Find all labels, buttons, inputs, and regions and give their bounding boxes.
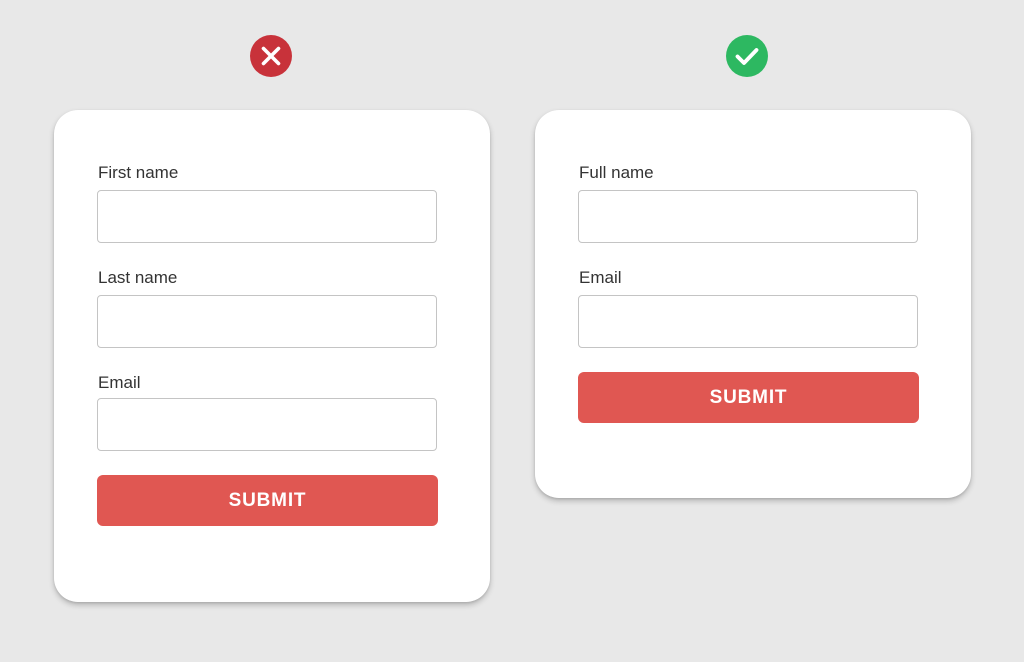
email-input[interactable]	[578, 295, 918, 348]
email-label: Email	[579, 268, 622, 287]
email-label: Email	[98, 373, 141, 392]
good-example-form-card: Full name Email SUBMIT	[535, 110, 971, 498]
first-name-input[interactable]	[97, 190, 437, 243]
submit-button[interactable]: SUBMIT	[578, 372, 919, 423]
bad-example-form-card: First name Last name Email SUBMIT	[54, 110, 490, 602]
last-name-label: Last name	[98, 268, 178, 287]
x-circle-icon	[250, 35, 292, 77]
check-circle-icon	[726, 35, 768, 77]
full-name-input[interactable]	[578, 190, 918, 243]
full-name-label: Full name	[579, 163, 654, 182]
close-icon	[261, 46, 281, 66]
checkmark-icon	[735, 48, 759, 65]
last-name-input[interactable]	[97, 295, 437, 348]
email-input[interactable]	[97, 398, 437, 451]
submit-button[interactable]: SUBMIT	[97, 475, 438, 526]
first-name-label: First name	[98, 163, 179, 182]
